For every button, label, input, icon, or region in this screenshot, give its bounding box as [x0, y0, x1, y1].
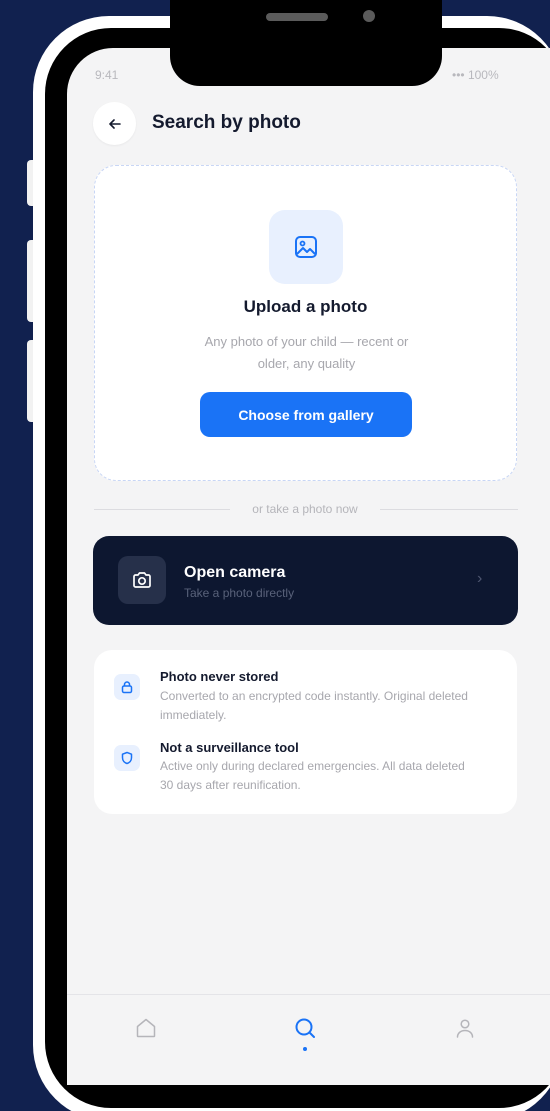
- nav-home[interactable]: [131, 1013, 161, 1043]
- lock-icon-svg: [121, 681, 133, 694]
- camera-title: Open camera: [184, 564, 286, 581]
- upload-title: Upload a photo: [243, 297, 368, 316]
- status-time: 9:41: [95, 68, 119, 82]
- shield-icon-svg: [121, 751, 133, 765]
- search-icon: [295, 1018, 315, 1038]
- info-desc-stored: Converted to an encrypted code instantly…: [160, 689, 468, 722]
- nav-profile[interactable]: [450, 1013, 480, 1043]
- upload-icon-box: [269, 210, 343, 284]
- status-battery: ••• 100%: [452, 68, 499, 82]
- front-camera: [363, 10, 375, 22]
- camera-icon-box: [118, 556, 166, 604]
- image-icon: [295, 236, 317, 258]
- page-title: Search by photo: [152, 112, 301, 133]
- arrow-left-icon: [108, 118, 121, 129]
- shield-icon: [114, 745, 140, 771]
- divider-line-right: [380, 509, 518, 510]
- profile-icon: [456, 1019, 474, 1038]
- upload-description: Any photo of your child — recent or olde…: [204, 334, 409, 371]
- info-title-stored: Photo never stored: [160, 669, 279, 684]
- choose-from-gallery-button[interactable]: Choose from gallery: [200, 392, 412, 437]
- nav-search[interactable]: [290, 1013, 320, 1043]
- camera-subtitle: Take a photo directly: [184, 586, 295, 600]
- privacy-info-card: Photo never stored Converted to an encry…: [94, 650, 517, 814]
- info-desc-surveillance: Active only during declared emergencies.…: [160, 759, 465, 792]
- notch: [170, 0, 442, 86]
- nav-active-indicator: [303, 1047, 307, 1051]
- divider-text: or take a photo now: [252, 502, 358, 516]
- upload-dropzone[interactable]: Upload a photo Any photo of your child —…: [94, 165, 517, 481]
- lock-icon: [114, 674, 140, 700]
- home-icon: [136, 1018, 156, 1038]
- chevron-right-icon: ›: [477, 570, 483, 587]
- info-title-surveillance: Not a surveillance tool: [160, 740, 299, 755]
- bottom-nav: [67, 994, 550, 1085]
- speaker-grille: [266, 13, 328, 21]
- open-camera-button[interactable]: Open camera Take a photo directly ›: [93, 536, 518, 625]
- back-button[interactable]: [93, 102, 136, 145]
- camera-icon: [133, 572, 151, 588]
- divider-line-left: [94, 509, 230, 510]
